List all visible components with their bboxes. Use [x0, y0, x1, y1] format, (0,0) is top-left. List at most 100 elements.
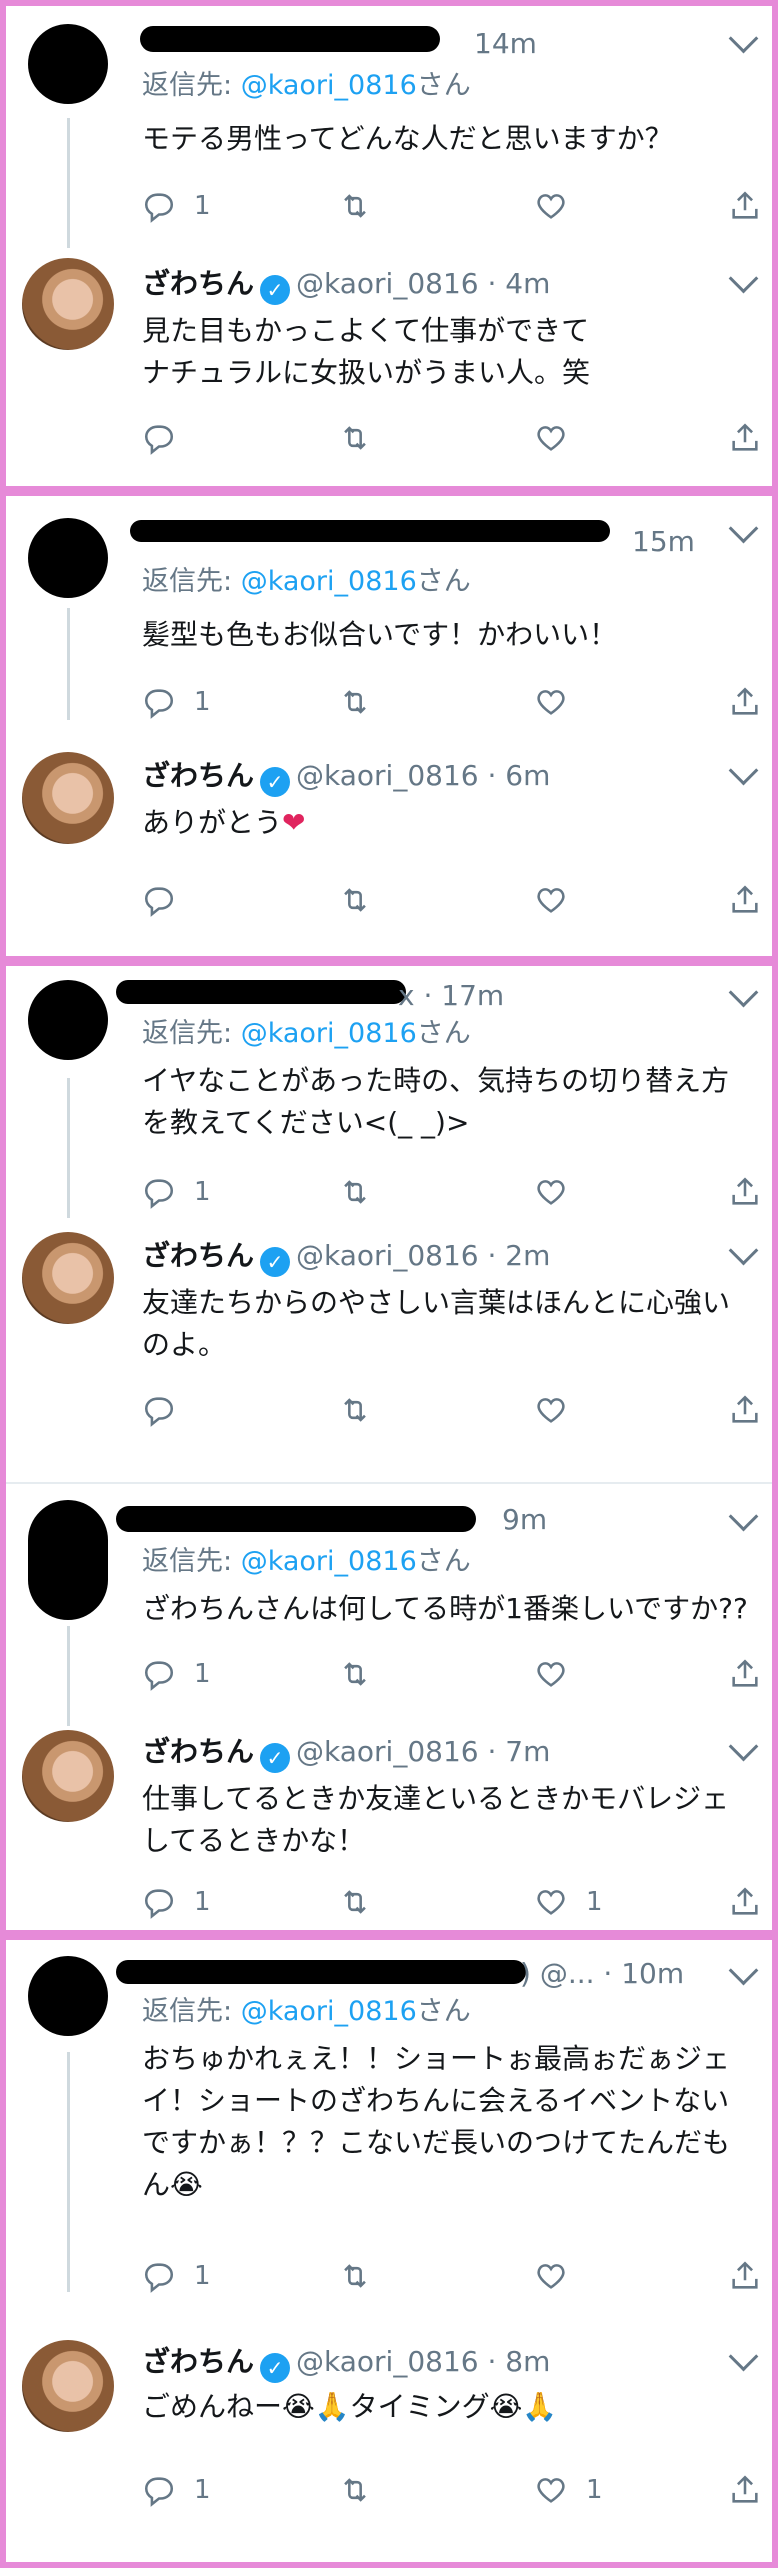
retweet-button[interactable] [338, 418, 372, 458]
tweet-time-sep: · [478, 1735, 506, 1768]
avatar[interactable] [22, 2340, 114, 2432]
avatar-redacted[interactable] [28, 980, 108, 1060]
answer-tweet[interactable]: ざわちん ✓ @kaori_0816 · 6m ありがとう❤ [6, 732, 772, 972]
chevron-down-icon[interactable] [728, 513, 759, 544]
like-button[interactable] [534, 1172, 586, 1212]
chevron-down-icon[interactable] [728, 1955, 759, 1986]
reply-button[interactable] [142, 1390, 194, 1430]
answer-tweet[interactable]: ざわちん ✓ @kaori_0816 · 4m 見た目もかっこよくて仕事ができて ナ… [6, 246, 772, 486]
chevron-down-icon[interactable] [728, 1235, 759, 1266]
share-button[interactable] [728, 1390, 762, 1430]
question-tweet[interactable]: x · 17m 返信先: @kaori_0816さん イヤなことがあった時の、気… [6, 966, 772, 1218]
avatar-redacted[interactable] [28, 24, 108, 104]
answer-tweet[interactable]: ざわちん ✓ @kaori_0816 · 7m 仕事してるときか友達といるときかモバ… [6, 1706, 772, 1946]
tweet-header: ざわちん ✓ @kaori_0816 · 6m [142, 756, 712, 797]
answer-tweet[interactable]: ざわちん ✓ @kaori_0816 · 2m 友達たちからのやさしい言葉はほんとに… [6, 1224, 772, 1464]
reply-mention[interactable]: @kaori_0816 [241, 1018, 417, 1049]
chevron-down-icon[interactable] [728, 1501, 759, 1532]
like-button[interactable]: 1 [534, 1882, 603, 1922]
author-name[interactable]: ざわちん [142, 1239, 254, 1272]
retweet-icon [344, 888, 366, 912]
like-button[interactable] [534, 418, 586, 458]
retweet-button[interactable] [338, 1390, 372, 1430]
reply-mention[interactable]: @kaori_0816 [241, 566, 417, 597]
retweet-button[interactable] [338, 682, 372, 722]
answer-tweet[interactable]: ざわちん ✓ @kaori_0816 · 8m ごめんねー😭🙏タイミング😭🙏 1 1 [6, 2320, 772, 2560]
chevron-down-icon[interactable] [728, 23, 759, 54]
author-handle[interactable]: @kaori_0816 [296, 267, 479, 300]
chevron-down-icon[interactable] [728, 1731, 759, 1762]
share-button[interactable] [728, 1172, 762, 1212]
like-button[interactable] [534, 186, 586, 226]
reply-mention[interactable]: @kaori_0816 [241, 1546, 417, 1577]
retweet-button[interactable] [338, 2256, 372, 2296]
avatar[interactable] [22, 1730, 114, 1822]
retweet-button[interactable] [338, 1172, 372, 1212]
reply-mention[interactable]: @kaori_0816 [241, 70, 417, 101]
share-button[interactable] [728, 2470, 762, 2510]
author-handle[interactable]: @kaori_0816 [296, 1735, 479, 1768]
verified-badge-icon: ✓ [260, 1743, 291, 1773]
avatar-redacted[interactable] [28, 1956, 108, 2036]
question-tweet[interactable]: ) @... · 10m 返信先: @kaori_0816さん おちゅかれぇえ！… [6, 1940, 772, 2293]
avatar-redacted[interactable] [28, 1500, 108, 1620]
replying-to: 返信先: @kaori_0816さん [142, 66, 471, 106]
avatar[interactable] [22, 1232, 114, 1324]
like-button[interactable] [534, 1654, 586, 1694]
reply-button[interactable]: 1 [142, 1882, 211, 1922]
avatar-redacted[interactable] [28, 518, 108, 598]
like-button[interactable] [534, 2256, 586, 2296]
chevron-down-icon[interactable] [728, 755, 759, 786]
reply-button[interactable]: 1 [142, 1172, 211, 1212]
question-tweet[interactable]: 14m 返信先: @kaori_0816さん モテる男性ってどんな人だと思います… [6, 6, 772, 248]
retweet-button[interactable] [338, 2470, 372, 2510]
reply-button[interactable]: 1 [142, 186, 211, 226]
reply-button[interactable] [142, 880, 194, 920]
reply-button[interactable]: 1 [142, 682, 211, 722]
reply-button[interactable]: 1 [142, 2256, 211, 2296]
chevron-down-icon[interactable] [728, 977, 759, 1008]
like-button[interactable]: 1 [534, 2470, 603, 2510]
reply-button[interactable]: 1 [142, 1654, 211, 1694]
tweet-text: 友達たちからのやさしい言葉はほんとに心強い のよ。 [142, 1286, 731, 1361]
replying-to: 返信先: @kaori_0816さん [142, 1014, 471, 1054]
chevron-down-icon[interactable] [728, 263, 759, 294]
chevron-down-icon[interactable] [728, 2341, 759, 2372]
like-button[interactable] [534, 682, 586, 722]
redacted-username [116, 980, 406, 1004]
avatar[interactable] [22, 752, 114, 844]
author-handle[interactable]: @kaori_0816 [296, 2345, 479, 2378]
reply-count: 1 [194, 1659, 211, 1689]
share-button[interactable] [728, 1654, 762, 1694]
retweet-button[interactable] [338, 186, 372, 226]
reply-button[interactable] [142, 418, 194, 458]
author-name[interactable]: ざわちん [142, 2345, 254, 2378]
author-name[interactable]: ざわちん [142, 759, 254, 792]
share-button[interactable] [728, 880, 762, 920]
retweet-button[interactable] [338, 1882, 372, 1922]
question-tweet[interactable]: 9m 返信先: @kaori_0816さん ざわちんさんは何してる時が1番楽しい… [6, 1486, 772, 1726]
like-button[interactable] [534, 880, 586, 920]
question-tweet[interactable]: 15m 返信先: @kaori_0816さん 髪型も色もお似合いです！かわいい！… [6, 496, 772, 736]
share-button[interactable] [728, 1882, 762, 1922]
retweet-button[interactable] [338, 880, 372, 920]
reply-count: 1 [194, 687, 211, 717]
tweet-actions: 1 [142, 2256, 758, 2296]
tweet-text: ざわちんさんは何してる時が1番楽しいですか?? [142, 1592, 748, 1625]
reply-icon [144, 1661, 174, 1691]
author-name[interactable]: ざわちん [142, 267, 254, 300]
tweet-time: 9m [502, 1503, 548, 1536]
reply-button[interactable]: 1 [142, 2470, 211, 2510]
retweet-button[interactable] [338, 1654, 372, 1694]
reply-mention[interactable]: @kaori_0816 [241, 1996, 417, 2027]
share-button[interactable] [728, 186, 762, 226]
author-handle[interactable]: @kaori_0816 [296, 759, 479, 792]
retweet-icon [344, 1890, 366, 1914]
share-button[interactable] [728, 418, 762, 458]
share-button[interactable] [728, 2256, 762, 2296]
author-handle[interactable]: @kaori_0816 [296, 1239, 479, 1272]
avatar[interactable] [22, 258, 114, 350]
author-name[interactable]: ざわちん [142, 1735, 254, 1768]
share-button[interactable] [728, 682, 762, 722]
like-button[interactable] [534, 1390, 586, 1430]
